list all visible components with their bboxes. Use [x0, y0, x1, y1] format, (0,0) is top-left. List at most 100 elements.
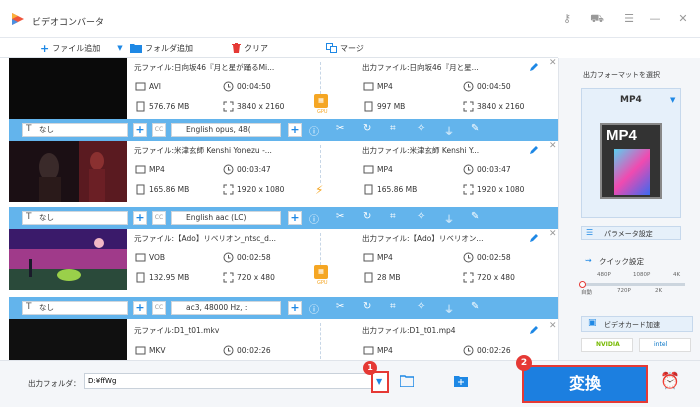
- key-icon[interactable]: ⚷: [560, 12, 574, 26]
- gpu-accel-toggle[interactable]: ▣ ビデオカード加速: [581, 316, 693, 332]
- add-audio-button[interactable]: +: [288, 301, 302, 315]
- output-duration: 00:02:26: [477, 346, 511, 355]
- edit-icon[interactable]: [529, 234, 538, 243]
- scissors-icon[interactable]: ✂: [336, 123, 350, 137]
- chip-icon: ▣: [588, 318, 597, 328]
- gpu-label: GPU: [317, 109, 328, 115]
- output-folder-icon[interactable]: [454, 375, 468, 387]
- text-icon: T: [26, 212, 32, 222]
- edit-icon[interactable]: [529, 63, 538, 72]
- scissors-icon[interactable]: ✂: [336, 301, 350, 315]
- info-icon[interactable]: ⓘ: [309, 211, 323, 226]
- pen-edit-icon[interactable]: ✎: [471, 301, 485, 315]
- gpu-accel-icon: ▦: [314, 265, 328, 279]
- pen-edit-icon[interactable]: ✎: [471, 211, 485, 225]
- file-size-icon: [136, 101, 145, 112]
- remove-item-icon[interactable]: ✕: [549, 229, 557, 239]
- watermark-icon[interactable]: ⏚: [444, 301, 458, 316]
- chevron-down-icon[interactable]: ▼: [117, 44, 122, 52]
- video-format-icon: [135, 253, 146, 262]
- list-item[interactable]: 元ファイル:日向坂46『月と星が踊るMi... AVI 00:04:50 576…: [9, 58, 558, 119]
- folder-open-icon[interactable]: [400, 375, 414, 387]
- edit-icon[interactable]: [529, 146, 538, 155]
- chevron-down-icon[interactable]: ▼: [670, 96, 675, 104]
- file-size-icon: [136, 184, 145, 195]
- cc-icon[interactable]: CC: [152, 301, 166, 315]
- source-format: MP4: [149, 165, 165, 174]
- subtitle-select[interactable]: なし: [22, 301, 128, 315]
- clear-button[interactable]: クリア: [232, 42, 268, 54]
- cc-icon[interactable]: CC: [152, 211, 166, 225]
- output-path-input[interactable]: [84, 373, 374, 389]
- crop-icon[interactable]: ⌗: [390, 301, 404, 315]
- resolution-icon: [223, 272, 234, 283]
- pen-edit-icon[interactable]: ✎: [471, 123, 485, 137]
- audio-track-select[interactable]: ac3, 48000 Hz, :: [171, 301, 281, 315]
- divider: [320, 62, 321, 94]
- cart-icon[interactable]: ⛟: [590, 12, 604, 26]
- source-resolution: 720 x 480: [237, 273, 275, 282]
- add-audio-button[interactable]: +: [288, 211, 302, 225]
- add-folder-button[interactable]: フォルダ追加: [130, 42, 193, 54]
- output-size: 165.86 MB: [377, 185, 418, 194]
- source-duration: 00:04:50: [237, 82, 271, 91]
- quality-slider[interactable]: [579, 281, 685, 288]
- output-resolution: 720 x 480: [477, 273, 515, 282]
- effects-icon[interactable]: ✧: [417, 211, 431, 225]
- list-item[interactable]: 元ファイル:【Ado】リベリオン_ntsc_d... VOB 00:02:58 …: [9, 229, 558, 290]
- video-format-icon: [363, 346, 374, 355]
- menu-icon[interactable]: ☰: [622, 12, 636, 26]
- minimize-icon[interactable]: —: [648, 12, 662, 26]
- file-size-icon: [136, 272, 145, 283]
- subtitle-select[interactable]: なし: [22, 211, 128, 225]
- audio-track-select[interactable]: English opus, 48(: [171, 123, 281, 137]
- cc-icon[interactable]: CC: [152, 123, 166, 137]
- add-subtitle-button[interactable]: +: [133, 301, 147, 315]
- rotate-icon[interactable]: ↻: [363, 301, 377, 315]
- scissors-icon[interactable]: ✂: [336, 211, 350, 225]
- subtitle-select[interactable]: なし: [22, 123, 128, 137]
- clock-icon: [463, 81, 474, 92]
- slider-handle[interactable]: [579, 281, 586, 288]
- watermark-icon[interactable]: ⏚: [444, 123, 458, 138]
- output-folder-label: 出力フォルダ：: [28, 379, 81, 388]
- remove-item-icon[interactable]: ✕: [549, 58, 557, 68]
- info-icon[interactable]: ⓘ: [309, 301, 323, 316]
- output-format: MP4: [377, 82, 393, 91]
- crop-icon[interactable]: ⌗: [390, 123, 404, 137]
- watermark-icon[interactable]: ⏚: [444, 211, 458, 226]
- add-subtitle-button[interactable]: +: [133, 211, 147, 225]
- audio-track-select[interactable]: English aac (LC): [171, 211, 281, 225]
- parameter-settings-button[interactable]: ☰ パラメータ設定: [581, 226, 681, 240]
- video-format-icon: [363, 82, 374, 91]
- add-subtitle-button[interactable]: +: [133, 123, 147, 137]
- clock-icon: [223, 164, 234, 175]
- add-audio-button[interactable]: +: [288, 123, 302, 137]
- video-thumbnail: [9, 58, 127, 119]
- alarm-clock-icon[interactable]: ⏰: [660, 371, 680, 390]
- format-selector[interactable]: MP4 ▼ MP4: [581, 88, 681, 218]
- path-dropdown-button[interactable]: ▼: [371, 371, 389, 393]
- crop-icon[interactable]: ⌗: [390, 211, 404, 225]
- quick-settings-icon: ⇝: [585, 256, 592, 265]
- convert-button[interactable]: 変換: [522, 365, 648, 403]
- clock-icon: [463, 345, 474, 356]
- add-file-button[interactable]: + ファイル追加 ▼: [40, 42, 123, 55]
- merge-button[interactable]: マージ: [326, 42, 364, 54]
- remove-item-icon[interactable]: ✕: [549, 141, 557, 151]
- list-item[interactable]: 元ファイル:D1_t01.mkv MKV 00:02:26 出力ファイル:D1_…: [9, 319, 558, 360]
- list-item[interactable]: 元ファイル:米津玄師 Kenshi Yonezu -... MP4 00:03:…: [9, 141, 558, 202]
- text-icon: T: [26, 302, 32, 312]
- info-icon[interactable]: ⓘ: [309, 123, 323, 138]
- remove-item-icon[interactable]: ✕: [549, 321, 557, 331]
- video-thumbnail: [9, 229, 127, 290]
- source-format: MKV: [149, 346, 166, 355]
- video-format-icon: [363, 165, 374, 174]
- close-icon[interactable]: ✕: [676, 12, 690, 26]
- effects-icon[interactable]: ✧: [417, 123, 431, 137]
- edit-icon[interactable]: [529, 326, 538, 335]
- rotate-icon[interactable]: ↻: [363, 123, 377, 137]
- effects-icon[interactable]: ✧: [417, 301, 431, 315]
- rotate-icon[interactable]: ↻: [363, 211, 377, 225]
- output-filename: D1_t01.mp4: [409, 326, 456, 335]
